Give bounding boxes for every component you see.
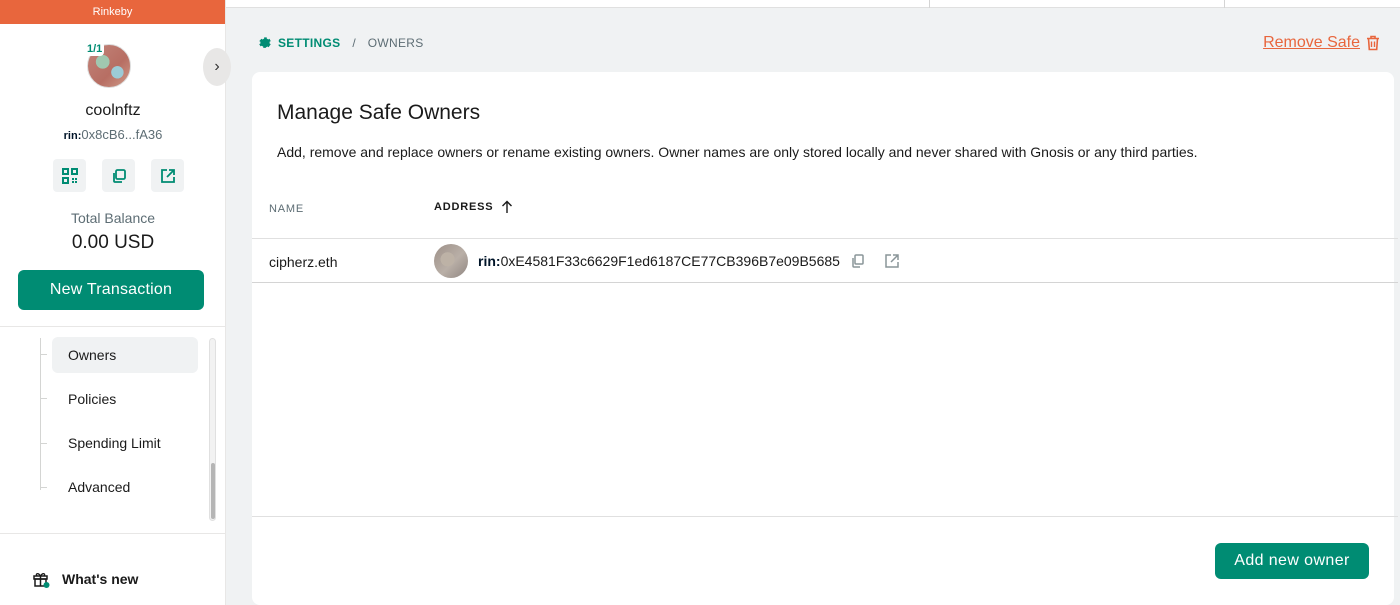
gift-icon <box>33 573 50 588</box>
safe-address-short: 0x8cB6...fA36 <box>81 127 163 142</box>
owner-address-cell: rin:0xE4581F33c6629F1ed6187CE77CB396B7e0… <box>434 244 900 278</box>
sidebar-item-advanced[interactable]: Advanced <box>52 469 198 505</box>
remove-safe-label: Remove Safe <box>1263 34 1360 51</box>
column-header-address-label: ADDRESS <box>434 201 494 213</box>
add-new-owner-button[interactable]: Add new owner <box>1215 543 1369 579</box>
top-bar <box>226 0 1400 8</box>
threshold-badge: 1/1 <box>85 42 105 56</box>
network-label: Rinkeby <box>0 0 225 24</box>
sidebar-scrollbar[interactable] <box>209 338 216 521</box>
safe-actions <box>53 159 184 192</box>
owner-avatar <box>434 244 468 278</box>
remove-safe-button[interactable]: Remove Safe <box>1263 34 1380 52</box>
table-row-divider <box>252 282 1398 283</box>
new-transaction-button[interactable]: New Transaction <box>18 270 204 310</box>
external-link-icon <box>160 168 175 183</box>
open-explorer-button[interactable] <box>151 159 184 192</box>
network-prefix: rin: <box>63 130 82 142</box>
sidebar-item-owners[interactable]: Owners <box>52 337 198 373</box>
owner-network-prefix: rin: <box>478 253 501 269</box>
gear-icon <box>259 37 271 48</box>
copy-icon[interactable] <box>850 253 866 269</box>
nav-tree-line <box>40 338 41 490</box>
breadcrumb-settings[interactable]: SETTINGS <box>258 36 340 50</box>
nav-tree-tick <box>40 487 47 488</box>
safe-avatar-wrap: 1/1 <box>85 42 133 90</box>
column-header-address[interactable]: ADDRESS <box>434 200 513 214</box>
sidebar-scroll-thumb[interactable] <box>211 463 215 519</box>
sort-arrow-up-icon <box>502 200 513 213</box>
balance-label: Total Balance <box>70 210 156 226</box>
nav-tree-tick <box>40 354 47 355</box>
card-title: Manage Safe Owners <box>277 101 481 124</box>
copy-icon <box>112 168 126 183</box>
nav-tree-tick <box>40 443 47 444</box>
sidebar-divider <box>0 533 226 534</box>
qr-code-button[interactable] <box>53 159 86 192</box>
top-bar-separator <box>1224 0 1225 8</box>
column-header-name[interactable]: NAME <box>269 203 304 215</box>
breadcrumb-owners: OWNERS <box>367 36 424 50</box>
table-row-divider <box>252 238 1398 239</box>
trash-icon <box>1367 35 1379 51</box>
card-description: Add, remove and replace owners or rename… <box>277 144 1198 160</box>
qr-code-icon <box>61 167 78 184</box>
card-footer-divider <box>252 516 1398 517</box>
owner-address: rin:0xE4581F33c6629F1ed6187CE77CB396B7e0… <box>478 253 840 269</box>
top-bar-separator <box>929 0 930 8</box>
chevron-right-icon: › <box>214 58 220 75</box>
sidebar-divider <box>0 326 226 327</box>
breadcrumb: SETTINGS / OWNERS <box>258 36 424 50</box>
whats-new-link[interactable]: What's new <box>32 570 138 588</box>
nav-tree-tick <box>40 398 47 399</box>
sidebar: Rinkeby 1/1 coolnftz rin:0x8cB6...fA36 T… <box>0 0 226 605</box>
external-link-icon[interactable] <box>884 253 900 269</box>
owners-card: Manage Safe Owners Add, remove and repla… <box>252 72 1398 605</box>
sidebar-item-policies[interactable]: Policies <box>52 381 198 417</box>
breadcrumb-separator: / <box>352 36 356 50</box>
whats-new-label: What's new <box>62 571 139 587</box>
breadcrumb-settings-label: SETTINGS <box>278 36 341 50</box>
sidebar-collapse-button[interactable]: › <box>203 48 231 86</box>
balance-value: 0.00 USD <box>71 232 155 253</box>
safe-address: rin:0x8cB6...fA36 <box>0 127 226 142</box>
owner-name: cipherz.eth <box>269 254 338 270</box>
sidebar-item-spending-limit[interactable]: Spending Limit <box>52 425 198 461</box>
copy-address-button[interactable] <box>102 159 135 192</box>
owner-address-value: 0xE4581F33c6629F1ed6187CE77CB396B7e09B56… <box>500 253 840 269</box>
safe-name: coolnftz <box>85 102 141 119</box>
